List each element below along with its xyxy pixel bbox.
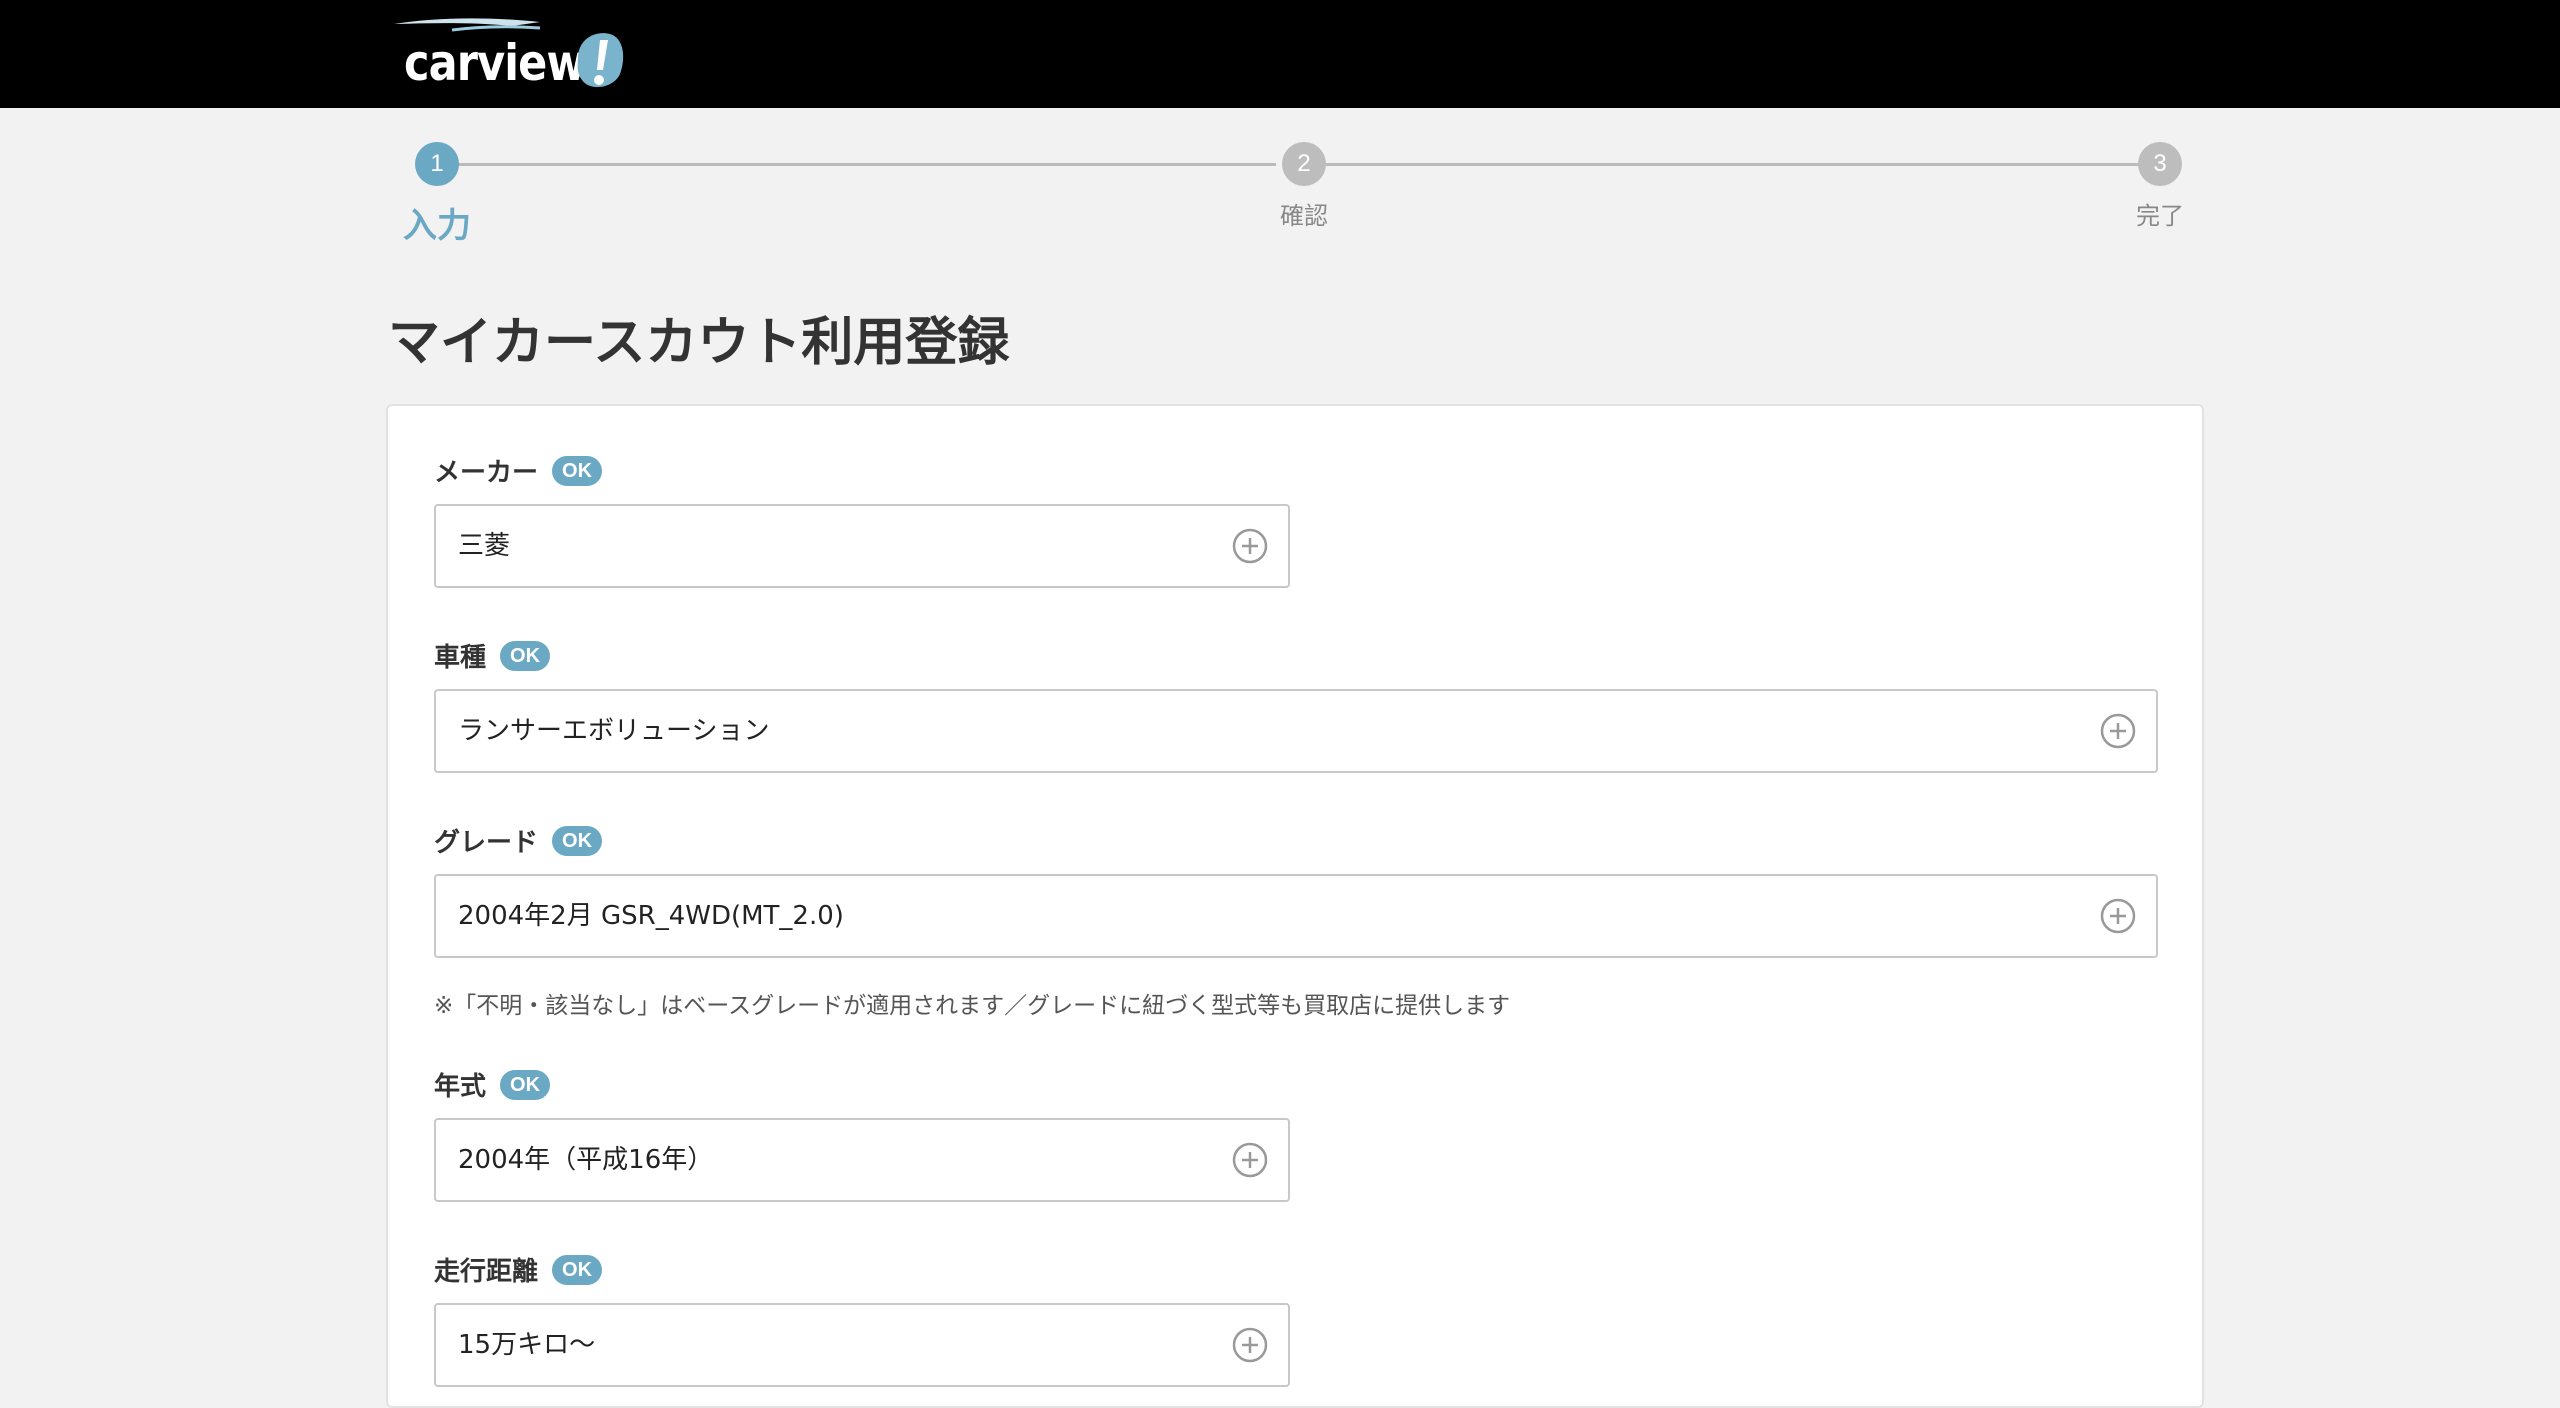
plus-circle-icon — [1232, 1142, 1268, 1178]
page-title: マイカースカウト利用登録 — [388, 313, 1010, 373]
model-label: 車種 OK — [434, 637, 551, 674]
year-select-value: 2004年（平成16年） — [458, 1145, 714, 1175]
maker-select[interactable]: 三菱 — [434, 504, 1290, 588]
plus-circle-icon — [1232, 1327, 1268, 1363]
year-select[interactable]: 2004年（平成16年） — [434, 1118, 1290, 1202]
model-select-value: ランサーエボリューション — [458, 716, 770, 746]
plus-circle-icon — [2100, 898, 2136, 934]
step-2-label: 確認 — [1280, 202, 1328, 230]
grade-label-text: グレード — [434, 828, 539, 858]
grade-select[interactable]: 2004年2月 GSR_4WD(MT_2.0) — [434, 874, 2158, 958]
progress-stepper: 1 入力 2 確認 3 完了 — [0, 140, 2560, 250]
grade-note: ※「不明・該当なし」はベースグレードが適用されます／グレードに紐づく型式等も買取… — [434, 993, 1511, 1019]
step-connector-2-3 — [1326, 163, 2156, 166]
maker-label-text: メーカー — [434, 458, 539, 488]
year-label-text: 年式 — [434, 1072, 487, 1102]
year-label: 年式 OK — [434, 1066, 551, 1103]
step-1-circle: 1 — [415, 142, 459, 186]
model-ok-badge: OK — [500, 640, 551, 671]
mileage-select[interactable]: 15万キロ〜 — [434, 1303, 1290, 1387]
step-2-circle: 2 — [1282, 142, 1326, 186]
grade-select-value: 2004年2月 GSR_4WD(MT_2.0) — [458, 901, 844, 931]
plus-circle-icon — [1232, 528, 1268, 564]
maker-select-value: 三菱 — [458, 531, 511, 561]
step-3-label: 完了 — [2136, 202, 2184, 230]
grade-ok-badge: OK — [552, 825, 603, 856]
site-header: carview — [0, 0, 2560, 108]
mileage-ok-badge: OK — [552, 1254, 603, 1285]
logo-exclamation-mark — [577, 33, 624, 88]
step-3-circle: 3 — [2138, 142, 2182, 186]
logo-text: carview — [404, 34, 586, 92]
step-1-label: 入力 — [403, 206, 471, 246]
carview-logo[interactable]: carview — [392, 14, 632, 96]
maker-ok-badge: OK — [552, 455, 603, 486]
model-select[interactable]: ランサーエボリューション — [434, 689, 2158, 773]
mileage-select-value: 15万キロ〜 — [458, 1330, 596, 1360]
grade-label: グレード OK — [434, 822, 603, 859]
maker-label: メーカー OK — [434, 452, 603, 489]
mileage-label-text: 走行距離 — [434, 1257, 539, 1287]
mileage-label: 走行距離 OK — [434, 1251, 603, 1288]
step-connector-1-2 — [458, 163, 1276, 166]
year-ok-badge: OK — [500, 1069, 551, 1100]
plus-circle-icon — [2100, 713, 2136, 749]
registration-form-card: メーカー OK 三菱 車種 OK ランサーエボリューション グレード OK 20… — [386, 404, 2204, 1408]
model-label-text: 車種 — [434, 643, 487, 673]
